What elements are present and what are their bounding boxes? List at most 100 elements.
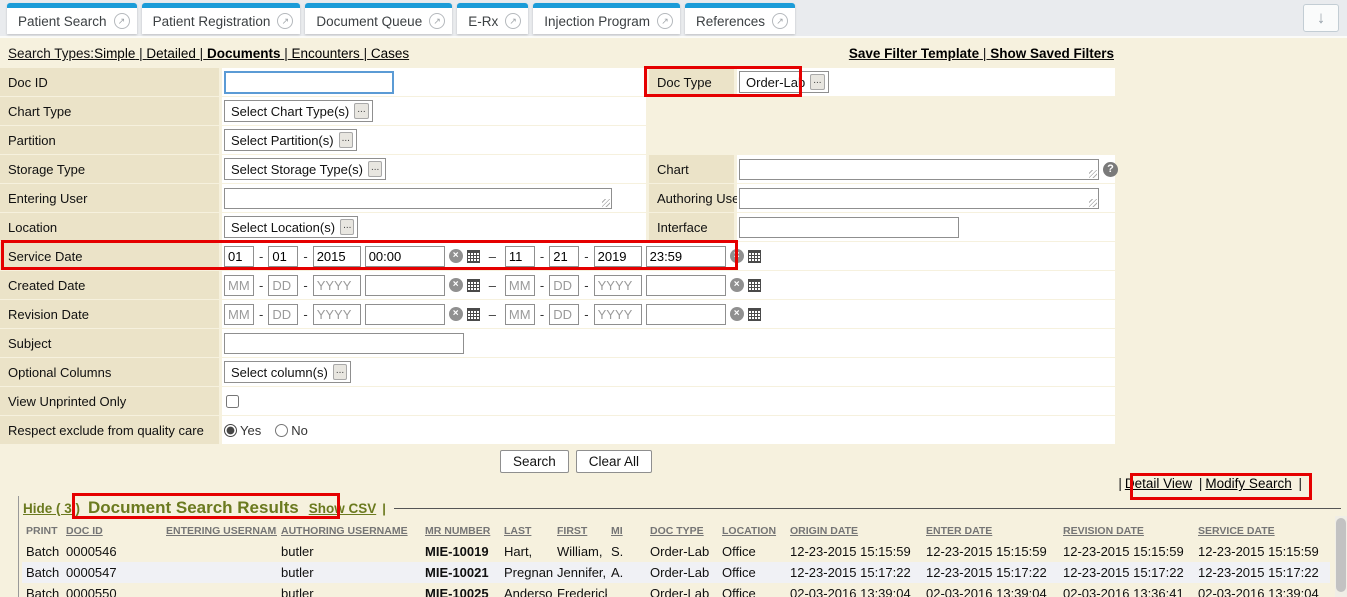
clear-date-icon[interactable]: ×	[449, 249, 463, 263]
hide-results-link[interactable]: Hide ( 3 )	[23, 501, 80, 516]
column-header-location[interactable]: LOCATION	[718, 520, 786, 541]
yes-radio[interactable]	[224, 424, 237, 437]
tab-e-rx[interactable]: E-Rx ↗	[457, 3, 528, 34]
resize-grip-icon[interactable]	[1089, 170, 1097, 178]
external-link-icon[interactable]: ↗	[772, 13, 788, 29]
revision-to-year-input[interactable]	[594, 304, 642, 325]
doc-id-input[interactable]	[224, 71, 394, 94]
column-header-first[interactable]: FIRST	[553, 520, 607, 541]
entering-user-input[interactable]	[224, 188, 612, 209]
calendar-icon[interactable]	[748, 308, 761, 321]
doc-type-select-button[interactable]: Order-Lab ...	[739, 71, 829, 93]
scrollbar-thumb[interactable]	[1336, 518, 1346, 592]
column-header-origin-date[interactable]: ORIGIN DATE	[786, 520, 922, 541]
tab-injection-program[interactable]: Injection Program ↗	[533, 3, 680, 34]
column-header-doc-id[interactable]: DOC ID	[62, 520, 162, 541]
created-from-day-input[interactable]	[268, 275, 298, 296]
service-to-year-input[interactable]	[594, 246, 642, 267]
resize-grip-icon[interactable]	[1089, 199, 1097, 207]
chart-type-select-button[interactable]: Select Chart Type(s) ...	[224, 100, 373, 122]
table-cell[interactable]: 0000546	[62, 541, 162, 562]
service-to-time-input[interactable]	[646, 246, 726, 267]
column-header-authoring-username[interactable]: AUTHORING USERNAME	[277, 520, 421, 541]
column-header-enter-date[interactable]: ENTER DATE	[922, 520, 1059, 541]
scroll-down-button[interactable]: ↓	[1303, 4, 1339, 32]
created-from-month-input[interactable]	[224, 275, 254, 296]
tab-document-queue[interactable]: Document Queue ↗	[305, 3, 452, 34]
save-filter-template-link[interactable]: Save Filter Template	[849, 46, 979, 61]
column-header-mi[interactable]: MI	[607, 520, 646, 541]
service-from-time-input[interactable]	[365, 246, 445, 267]
revision-to-day-input[interactable]	[549, 304, 579, 325]
external-link-icon[interactable]: ↗	[657, 13, 673, 29]
clear-date-icon[interactable]: ×	[730, 307, 744, 321]
created-to-time-input[interactable]	[646, 275, 726, 296]
calendar-icon[interactable]	[467, 308, 480, 321]
table-cell[interactable]: 0000550	[62, 583, 162, 597]
calendar-icon[interactable]	[467, 250, 480, 263]
service-to-day-input[interactable]	[549, 246, 579, 267]
calendar-icon[interactable]	[748, 250, 761, 263]
partition-select-button[interactable]: Select Partition(s) ...	[224, 129, 357, 151]
search-type-cases[interactable]: Cases	[371, 46, 409, 61]
table-cell[interactable]: Batch	[22, 583, 62, 597]
tab-patient-search[interactable]: Patient Search ↗	[7, 3, 137, 34]
service-from-day-input[interactable]	[268, 246, 298, 267]
optional-columns-select-button[interactable]: Select column(s) ...	[224, 361, 351, 383]
column-header-service-date[interactable]: SERVICE DATE	[1194, 520, 1330, 541]
clear-date-icon[interactable]: ×	[449, 278, 463, 292]
show-csv-link[interactable]: Show CSV	[309, 501, 377, 516]
results-scrollbar[interactable]	[1335, 516, 1347, 597]
external-link-icon[interactable]: ↗	[429, 13, 445, 29]
clear-date-icon[interactable]: ×	[449, 307, 463, 321]
clear-date-icon[interactable]: ×	[730, 278, 744, 292]
created-from-time-input[interactable]	[365, 275, 445, 296]
search-button[interactable]: Search	[500, 450, 569, 473]
table-cell[interactable]: Batch	[22, 541, 62, 562]
table-cell[interactable]: Batch	[22, 562, 62, 583]
external-link-icon[interactable]: ↗	[505, 13, 521, 29]
respect-quality-yes-option[interactable]: Yes	[224, 423, 261, 438]
revision-to-time-input[interactable]	[646, 304, 726, 325]
search-type-documents[interactable]: Documents	[207, 46, 281, 61]
column-header-revision-date[interactable]: REVISION DATE	[1059, 520, 1194, 541]
clear-date-icon[interactable]: ×	[730, 249, 744, 263]
location-select-button[interactable]: Select Location(s) ...	[224, 216, 358, 238]
external-link-icon[interactable]: ↗	[277, 13, 293, 29]
calendar-icon[interactable]	[467, 279, 480, 292]
tab-patient-registration[interactable]: Patient Registration ↗	[142, 3, 301, 34]
clear-all-button[interactable]: Clear All	[576, 450, 652, 473]
authoring-user-input[interactable]	[739, 188, 1099, 209]
view-unprinted-checkbox[interactable]	[226, 395, 239, 408]
show-saved-filters-link[interactable]: Show Saved Filters	[990, 46, 1114, 61]
revision-from-year-input[interactable]	[313, 304, 361, 325]
storage-type-select-button[interactable]: Select Storage Type(s) ...	[224, 158, 386, 180]
detail-view-link[interactable]: Detail View	[1125, 476, 1192, 491]
chart-input[interactable]	[739, 159, 1099, 180]
service-to-month-input[interactable]	[505, 246, 535, 267]
resize-grip-icon[interactable]	[602, 199, 610, 207]
column-header-doc-type[interactable]: DOC TYPE	[646, 520, 718, 541]
search-type-detailed[interactable]: Detailed	[146, 46, 196, 61]
tab-references[interactable]: References ↗	[685, 3, 795, 34]
revision-from-month-input[interactable]	[224, 304, 254, 325]
column-header-last[interactable]: LAST	[500, 520, 553, 541]
help-icon[interactable]: ?	[1103, 162, 1118, 177]
search-type-simple[interactable]: Simple	[94, 46, 135, 61]
service-from-year-input[interactable]	[313, 246, 361, 267]
revision-from-time-input[interactable]	[365, 304, 445, 325]
search-type-encounters[interactable]: Encounters	[292, 46, 360, 61]
interface-input[interactable]	[739, 217, 959, 238]
revision-to-month-input[interactable]	[505, 304, 535, 325]
calendar-icon[interactable]	[748, 279, 761, 292]
column-header-mr-number[interactable]: MR NUMBER	[421, 520, 500, 541]
external-link-icon[interactable]: ↗	[114, 13, 130, 29]
subject-input[interactable]	[224, 333, 464, 354]
no-radio[interactable]	[275, 424, 288, 437]
created-to-year-input[interactable]	[594, 275, 642, 296]
service-from-month-input[interactable]	[224, 246, 254, 267]
created-to-month-input[interactable]	[505, 275, 535, 296]
table-cell[interactable]: 0000547	[62, 562, 162, 583]
modify-search-link[interactable]: Modify Search	[1205, 476, 1291, 491]
created-from-year-input[interactable]	[313, 275, 361, 296]
